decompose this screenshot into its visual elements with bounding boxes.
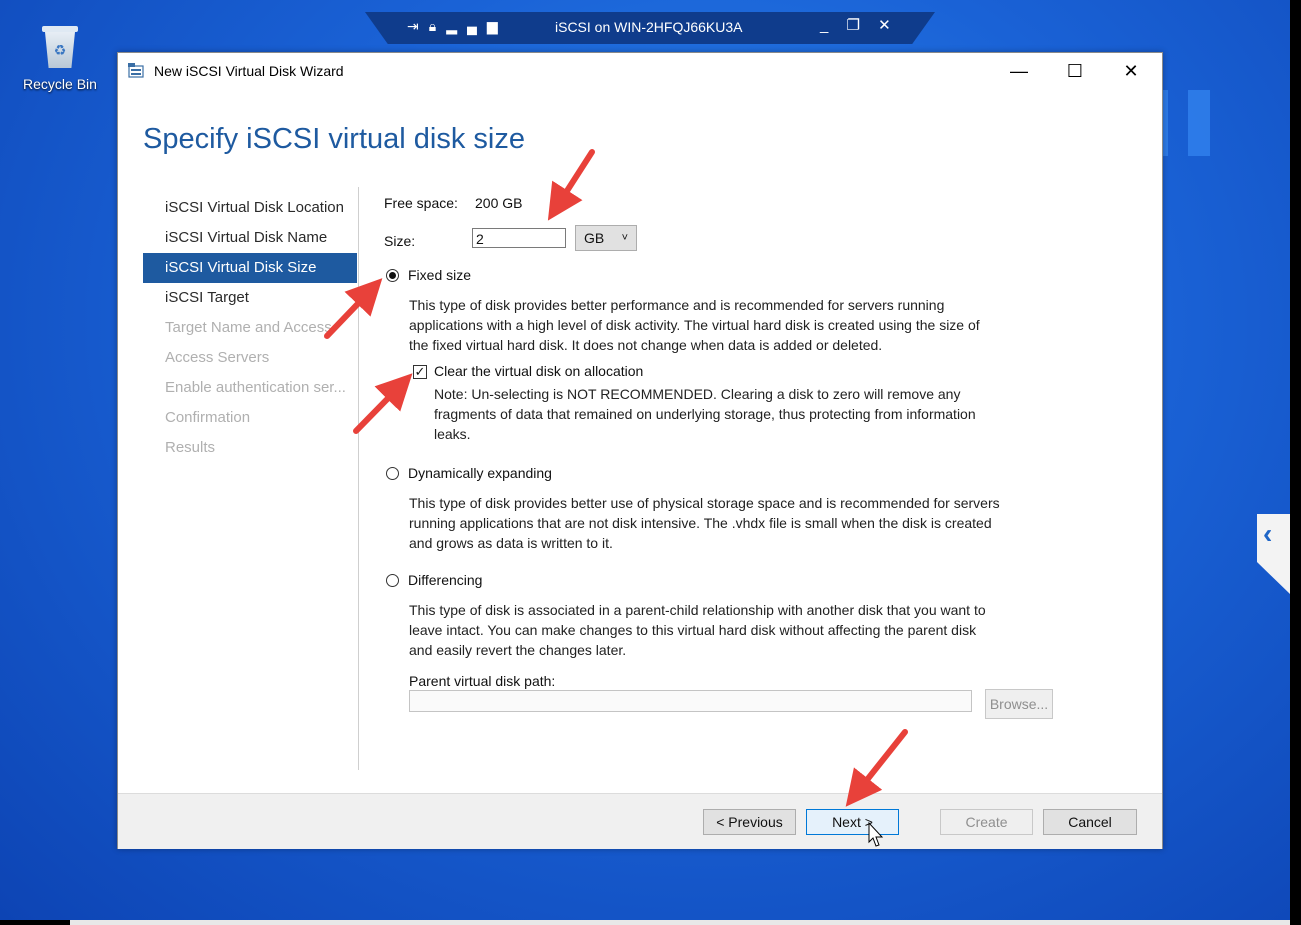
annotation-arrow [547,149,595,221]
annotation-arrow [353,373,413,434]
annotation-arrows [324,149,908,807]
annotation-arrow [324,278,383,339]
annotation-arrow [845,729,908,807]
